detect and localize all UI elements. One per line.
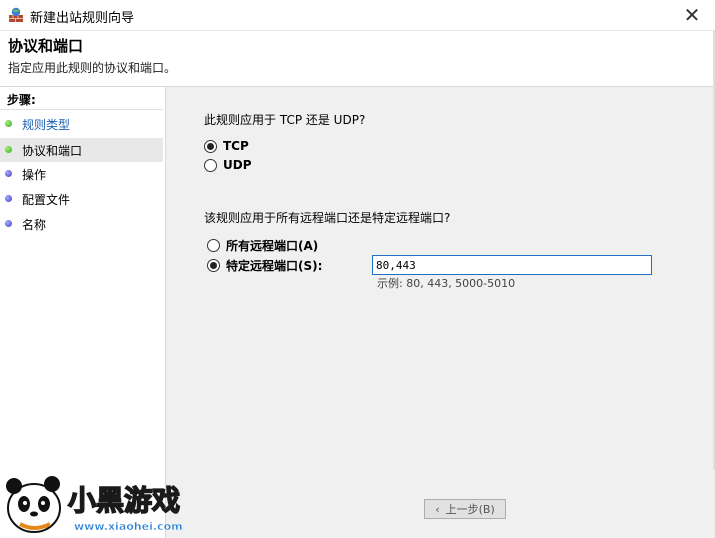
firewall-app-icon [9, 7, 23, 22]
watermark-url: www.xiaohei.com [74, 520, 183, 533]
chevron-left-icon: ‹ [435, 502, 440, 516]
step-protocol-and-ports[interactable]: 协议和端口 [0, 138, 163, 162]
radio-button[interactable] [207, 239, 220, 252]
title-bar: 新建出站规则向导 ✕ [0, 0, 715, 31]
wizard-header: 协议和端口 指定应用此规则的协议和端口。 [0, 31, 715, 87]
step-action[interactable]: 操作 [0, 162, 163, 186]
step-complete-icon [5, 120, 12, 127]
step-label: 操作 [22, 168, 47, 182]
radio-label: 所有远程端口(A) [226, 239, 319, 253]
ports-example: 示例: 80, 443, 5000-5010 [377, 277, 516, 290]
back-button-label: 上一步(B) [445, 503, 495, 516]
page-subtitle: 指定应用此规则的协议和端口。 [8, 61, 177, 75]
radio-specific-remote-ports[interactable]: 特定远程端口(S): [207, 257, 322, 274]
radio-button[interactable] [204, 139, 217, 153]
step-label: 协议和端口 [22, 144, 83, 158]
radio-udp[interactable]: UDP [204, 158, 252, 172]
radio-button[interactable] [204, 158, 217, 172]
wizard-content: 此规则应用于 TCP 还是 UDP? TCP UDP 该规则应用于所有远程端口还… [166, 87, 715, 538]
watermark-brand: 小黑游戏 [68, 484, 180, 517]
radio-label: UDP [223, 158, 252, 172]
back-button[interactable]: ‹ 上一步(B) [424, 499, 506, 519]
xiaohei-watermark-logo: 小黑游戏 www.xiaohei.com [6, 476, 183, 533]
close-button[interactable]: ✕ [669, 0, 715, 30]
page-title: 协议和端口 [8, 37, 84, 55]
radio-label: TCP [223, 139, 249, 153]
step-label: 配置文件 [22, 193, 71, 207]
step-label: 名称 [22, 218, 47, 232]
remote-ports-input[interactable] [372, 255, 652, 275]
window-title: 新建出站规则向导 [30, 11, 135, 26]
step-pending-icon [5, 195, 12, 202]
steps-heading: 步骤: [0, 87, 163, 110]
step-profile[interactable]: 配置文件 [0, 187, 163, 211]
steps-heading-label: 步骤: [7, 93, 36, 107]
step-label: 规则类型 [22, 118, 71, 132]
protocol-question: 此规则应用于 TCP 还是 UDP? [204, 113, 366, 127]
step-name[interactable]: 名称 [0, 212, 163, 236]
radio-button[interactable] [207, 259, 220, 272]
radio-label: 特定远程端口(S): [226, 259, 323, 273]
step-rule-type[interactable]: 规则类型 [0, 112, 163, 136]
radio-tcp[interactable]: TCP [204, 139, 249, 153]
step-pending-icon [5, 220, 12, 227]
radio-all-remote-ports[interactable]: 所有远程端口(A) [207, 237, 318, 254]
step-current-icon [5, 146, 12, 153]
step-pending-icon [5, 170, 12, 177]
ports-question: 该规则应用于所有远程端口还是特定远程端口? [204, 211, 451, 225]
close-icon: ✕ [683, 3, 701, 27]
